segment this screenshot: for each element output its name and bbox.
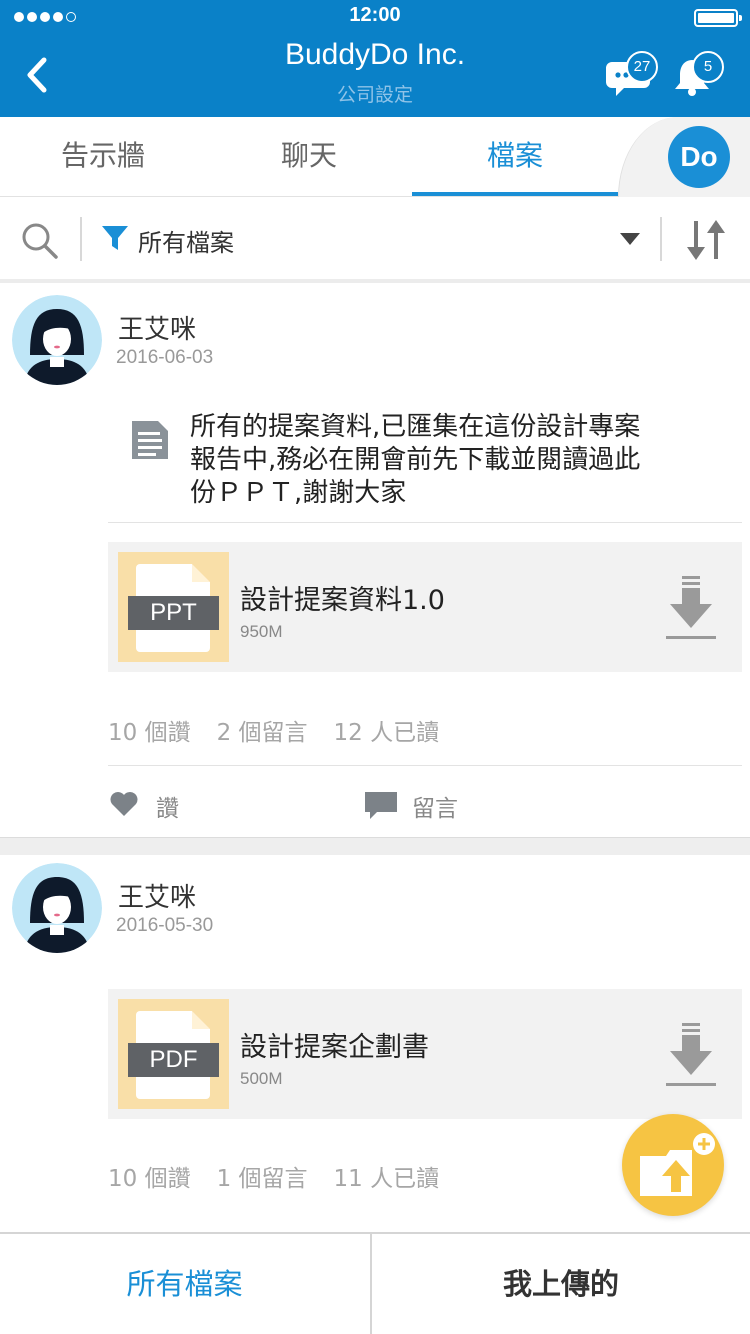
download-button[interactable] [664, 574, 718, 642]
comment-label: 留言 [412, 796, 458, 822]
post-author[interactable]: 王艾咪 [118, 309, 196, 346]
document-icon [132, 421, 168, 459]
sort-icon [687, 220, 725, 260]
download-icon [666, 1023, 716, 1086]
chevron-down-icon [620, 233, 640, 245]
like-label: 讚 [156, 796, 179, 822]
bottom-tab-bar: 所有檔案 我上傳的 [0, 1232, 750, 1334]
comment-button[interactable]: 留言 [364, 785, 504, 825]
divider [108, 765, 742, 766]
app-header: 12:00 BuddyDo Inc. 公司設定 27 5 [0, 0, 750, 117]
upload-file-button[interactable] [622, 1114, 724, 1216]
heart-icon [110, 792, 138, 816]
tab-bar: 告示牆 聊天 檔案 [0, 117, 750, 197]
file-name: 設計提案企劃書 [240, 1032, 429, 1063]
file-thumbnail: PPT [118, 552, 229, 662]
file-attachment[interactable]: PDF 設計提案企劃書 500M [108, 989, 742, 1119]
tab-chat[interactable]: 聊天 [206, 117, 412, 195]
post-stats: 10 個讚 1 個留言 11 人已讀 [108, 1159, 465, 1193]
buddydo-logo[interactable]: Do [668, 126, 730, 188]
divider [660, 217, 662, 261]
like-count[interactable]: 10 個讚 [108, 720, 191, 746]
download-icon [666, 576, 716, 639]
status-time: 12:00 [349, 4, 401, 26]
post-author[interactable]: 王艾咪 [118, 877, 196, 914]
status-bar: 12:00 [0, 0, 750, 34]
like-count[interactable]: 10 個讚 [108, 1166, 191, 1192]
file-type-label: PDF [128, 1043, 219, 1077]
divider [80, 217, 82, 261]
chat-button[interactable]: 27 [604, 48, 664, 98]
upload-icon [640, 1133, 715, 1196]
like-button[interactable]: 讚 [108, 785, 228, 825]
post-text: 所有的提案資料,已匯集在這份設計專案報告中,務必在開會前先下載並閱讀過此份ＰＰＴ… [190, 412, 641, 508]
notification-count-badge: 5 [692, 51, 724, 83]
tab-my-uploads[interactable]: 我上傳的 [370, 1234, 750, 1334]
download-button[interactable] [664, 1021, 718, 1089]
read-count[interactable]: 11 人已讀 [334, 1166, 440, 1192]
file-filter-dropdown[interactable]: 所有檔案 [98, 211, 650, 267]
comment-icon [365, 792, 397, 819]
sort-button[interactable] [684, 217, 728, 263]
tab-files[interactable]: 檔案 [412, 117, 618, 196]
file-type-label: PPT [128, 596, 219, 630]
file-thumbnail: PDF [118, 999, 229, 1109]
battery-icon [694, 9, 742, 27]
post-separator [0, 837, 750, 855]
chat-count-badge: 27 [626, 51, 658, 83]
search-button[interactable] [18, 219, 62, 263]
comment-count[interactable]: 2 個留言 [217, 720, 308, 746]
notification-button[interactable]: 5 [672, 48, 732, 98]
filter-icon [102, 226, 128, 250]
file-size: 950M [240, 622, 283, 641]
post-card: 王艾咪 2016-06-03 所有的提案資料,已匯集在這份設計專案報告中,務必在… [0, 287, 750, 837]
file-name: 設計提案資料1.0 [240, 585, 445, 616]
search-icon [22, 223, 58, 259]
read-count[interactable]: 12 人已讀 [334, 720, 440, 746]
filter-bar: 所有檔案 [0, 197, 750, 283]
divider [108, 522, 742, 523]
avatar[interactable] [12, 295, 102, 385]
comment-count[interactable]: 1 個留言 [217, 1166, 308, 1192]
filter-label: 所有檔案 [138, 229, 234, 257]
post-date: 2016-06-03 [116, 347, 214, 368]
file-size: 500M [240, 1069, 283, 1088]
avatar[interactable] [12, 863, 102, 953]
tab-all-files[interactable]: 所有檔案 [0, 1234, 369, 1334]
tab-bulletin[interactable]: 告示牆 [0, 117, 206, 195]
post-date: 2016-05-30 [116, 915, 214, 936]
post-stats: 10 個讚 2 個留言 12 人已讀 [108, 713, 465, 747]
file-attachment[interactable]: PPT 設計提案資料1.0 950M [108, 542, 742, 672]
